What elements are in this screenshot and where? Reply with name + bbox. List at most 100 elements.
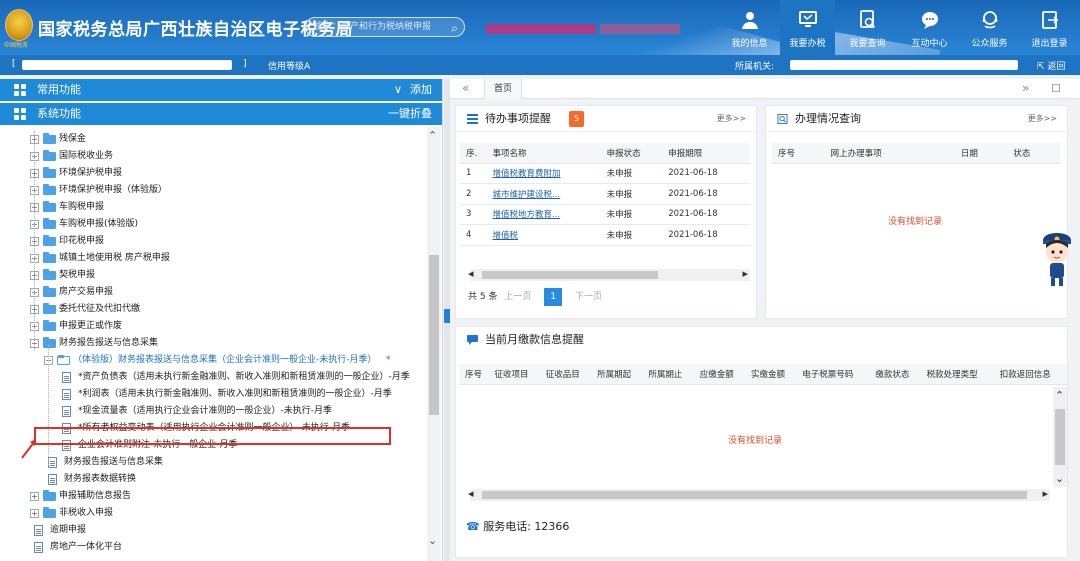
nav-public-service[interactable]: 公众服务 (962, 0, 1017, 55)
scroll-up-icon[interactable]: ⌃ (1055, 389, 1064, 402)
scroll-right-icon[interactable]: ▸ (742, 267, 748, 280)
folder-icon (43, 167, 56, 178)
item-link[interactable]: 增值税 (486, 224, 601, 246)
scroll-left-icon[interactable]: ◂ (468, 487, 474, 500)
table-cell (747, 224, 750, 246)
common-functions-label: 常用功能 (37, 83, 81, 96)
search-icon[interactable]: ⌕ (451, 19, 458, 37)
tree-node[interactable]: + 印花税申报 (0, 233, 427, 250)
tree-guide-line (48, 345, 49, 465)
tree-node[interactable]: − 财务报告报送与信息采集 (0, 335, 427, 352)
chevron-down-icon[interactable]: ∨ (394, 79, 402, 101)
nav-logout[interactable]: 退出登录 (1022, 0, 1077, 55)
item-link[interactable]: 增值税教育费附加 (486, 163, 601, 184)
table-cell: 未申报 (600, 183, 663, 205)
table-row[interactable]: 4 增值税 未申报 2021-06-18 (460, 224, 750, 246)
nav-interaction[interactable]: 互动中心 (902, 0, 957, 55)
tree-node[interactable]: *资产负债表（适用未执行新金融准则、新收入准则和新租赁准则的一般企业）-月季 (0, 369, 427, 386)
table-row[interactable]: 2 城市维护建设税... 未申报 2021-06-18 (460, 183, 750, 205)
item-link[interactable]: 增值税地方教育... (486, 204, 601, 225)
tree-scrollbar[interactable]: ⌃ ⌄ (427, 127, 441, 561)
scroll-up-icon[interactable]: ⌃ (428, 129, 437, 142)
tree-node-label: 残保金 (59, 134, 87, 144)
column-header: 事项名称 (486, 143, 601, 164)
tree-node[interactable]: 逾期申报 (0, 522, 427, 539)
column-header: 缴款状态 (869, 364, 921, 385)
tree-node[interactable]: + 非税收入申报 (0, 505, 427, 522)
payment-horizontal-scrollbar[interactable]: ◂ ▸ (468, 487, 1050, 501)
search-input[interactable]: 搜索：财产和行为税纳税申报 ⌕ (305, 17, 465, 37)
todo-panel: 待办事项提醒 5 更多>> 序.事项名称申报状态申报期限缴 1增值税教育费附加未… (455, 105, 757, 319)
payment-vertical-scrollbar[interactable]: ⌃ ⌄ (1053, 387, 1067, 487)
table-row[interactable]: 1 增值税教育费附加 未申报 2021-06-18 (460, 163, 750, 184)
todo-horizontal-scrollbar[interactable]: ◂ ▸ (468, 267, 750, 281)
column-header: 所属期起 (591, 364, 643, 385)
column-header: 申报状态 (600, 143, 663, 164)
tree-node[interactable]: + 申报更正或作废 (0, 318, 427, 335)
tree-node[interactable]: + 城镇土地使用税 房产税申报 (0, 250, 427, 267)
maximize-icon[interactable] (1052, 84, 1060, 92)
scrollbar-thumb[interactable] (429, 255, 439, 415)
pager-next[interactable]: 下一页 (575, 292, 602, 302)
tree-node[interactable]: + 车购税申报 (0, 199, 427, 216)
service-phone-label: 服务电话: 12366 (483, 520, 570, 533)
add-button[interactable]: 添加 (410, 79, 432, 101)
folder-icon (43, 252, 56, 263)
tree-node[interactable]: 房地产一体化平台 (0, 539, 427, 556)
nav-do-tax[interactable]: 我要办税 (780, 0, 835, 55)
item-link[interactable]: 城市维护建设税... (486, 183, 601, 205)
tree-node[interactable]: 财务报告报送与信息采集 (0, 454, 427, 471)
payment-table: 序号 征收项目 征收品目 所属期起 所属期止 应缴金额 实缴金额 电子税票号码 缴款状态 税款处理… (459, 364, 1067, 385)
back-button[interactable]: ⇱ 返回 (1037, 59, 1065, 72)
tax-officer-mascot[interactable] (1040, 230, 1074, 288)
common-functions-header[interactable]: 常用功能 ∨ 添加 (0, 79, 442, 101)
scroll-left-icon[interactable]: ◂ (468, 267, 474, 280)
tree-node[interactable]: + 国际税收业务 (0, 148, 427, 165)
tree-node[interactable]: *现金流量表（适用执行企业会计准则的一般企业）-未执行-月季 (0, 403, 427, 420)
tree-node[interactable]: + 委托代征及代扣代缴 (0, 301, 427, 318)
payment-header: 当前月缴款信息提醒 (456, 327, 1067, 353)
tree-node[interactable]: 财务报表数据转换 (0, 471, 427, 488)
tree-node[interactable]: + 车购税申报(体验版) (0, 216, 427, 233)
tree-node-label: 财务报表数据转换 (64, 474, 137, 484)
column-header: 实缴金额 (744, 364, 797, 385)
query-more-link[interactable]: 更多>> (1028, 106, 1057, 132)
system-functions-header[interactable]: 系统功能 一键折叠 (0, 103, 442, 125)
tree-node[interactable]: + 申报辅助信息报告 (0, 488, 427, 505)
folder-icon (43, 286, 56, 297)
tree-node[interactable]: + 房产交易申报 (0, 284, 427, 301)
item-link[interactable]: 残疾人保障金 (486, 245, 601, 247)
pager-current-page[interactable]: 1 (544, 288, 563, 306)
collapse-all-button[interactable]: 一键折叠 (388, 103, 432, 125)
scrollbar-thumb[interactable] (1055, 409, 1065, 465)
todo-more-link[interactable]: 更多>> (717, 106, 746, 132)
folder-icon (43, 507, 56, 518)
tree-node[interactable]: + 残保金 (0, 131, 427, 148)
scroll-right-icon[interactable]: ▸ (1042, 487, 1048, 500)
nav-query[interactable]: 我要查询 (840, 0, 895, 55)
table-row[interactable]: 3 增值税地方教育... 未申报 2021-06-18 (460, 204, 750, 225)
expand-icon[interactable]: + (30, 492, 39, 501)
nav-my-info[interactable]: 我的信息 (722, 0, 777, 55)
table-cell: 2021-06-18 (662, 224, 748, 246)
tree-node[interactable]: + 环境保护税申报（体验版） (0, 182, 427, 199)
tabs-scroll-right-icon[interactable]: » (1022, 81, 1029, 95)
tree-node-label: 环境保护税申报 (59, 168, 123, 178)
table-row[interactable]: 5残疾人保障金未申报2021-06-30 (460, 245, 750, 247)
pager-prev[interactable]: 上一页 (504, 292, 531, 302)
tree-node[interactable]: + 契税申报 (0, 267, 427, 284)
scrollbar-thumb[interactable] (482, 271, 658, 279)
tabs-scroll-left-icon[interactable]: « (462, 81, 469, 95)
tree-node[interactable]: *利润表（适用未执行新金融准则、新收入准则和新租赁准则的一般企业）-月季 (0, 386, 427, 403)
scroll-down-icon[interactable]: ⌄ (428, 534, 437, 547)
chat-icon (467, 335, 478, 345)
tree-node[interactable]: − （体验版）财务报表报送与信息采集（企业会计准则一般企业-未执行-月季） * (0, 352, 427, 369)
scrollbar-thumb[interactable] (482, 491, 1027, 499)
table-cell: 2 (460, 183, 487, 205)
folder-icon (43, 150, 56, 161)
scroll-down-icon[interactable]: ⌄ (1055, 472, 1064, 485)
tree-node[interactable]: + 环境保护税申报 (0, 165, 427, 182)
expand-icon[interactable]: + (30, 509, 39, 518)
tab-home[interactable]: 首页 (484, 79, 522, 99)
table-cell: 2021-06-18 (662, 163, 748, 184)
